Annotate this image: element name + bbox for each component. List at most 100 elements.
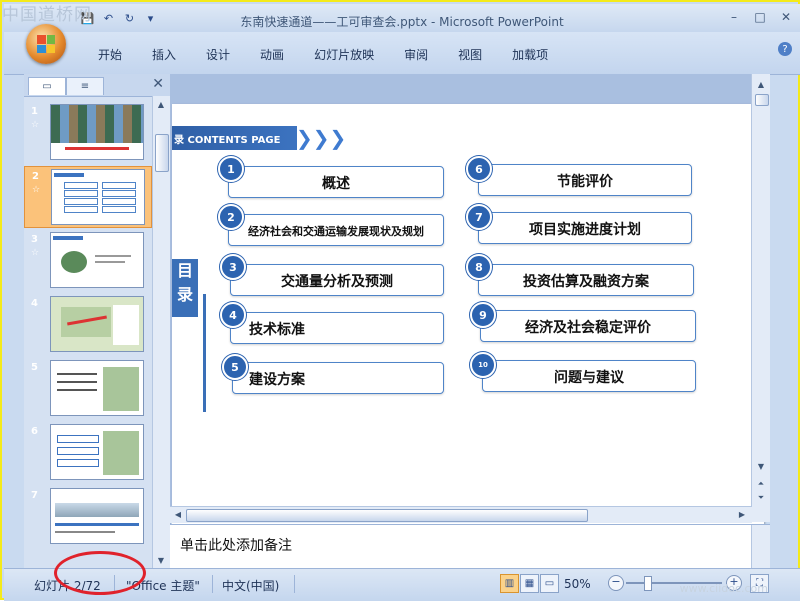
scroll-right-icon[interactable]: ▶ [736,508,748,520]
thumbnail-number: 5 [31,362,38,373]
thumbnail-image [50,424,144,480]
toc-label: 问题与建议 [554,370,624,386]
scroll-down-icon[interactable]: ▼ [755,460,767,472]
toc-label: 概述 [322,176,350,192]
tab-outline[interactable]: ≡ [66,77,104,95]
animation-star-icon: ☆ [32,185,41,195]
slide-thumbnail-7[interactable]: 7 [24,486,152,548]
language-indicator[interactable]: 中文(中国) [222,577,279,594]
horizontal-scrollbar[interactable]: ◀ ▶ [170,506,752,523]
scroll-thumb[interactable] [755,94,769,106]
slide-canvas[interactable]: 录 CONTENTS PAGE ❯❯❯ 目录 概述 1 经济社会和交通运输发展现… [172,104,764,550]
number-badge: 10 [470,352,496,378]
toc-item-10[interactable]: 问题与建议 [482,360,696,392]
help-icon[interactable]: ? [778,42,792,56]
thumbnail-number: 6 [31,426,38,437]
notes-scrollbar[interactable] [751,525,770,569]
toc-label: 交通量分析及预测 [281,274,393,290]
watermark-url: www.ciidoc.com [679,582,768,595]
thumbnail-scrollbar[interactable]: ▲ ▼ [152,96,170,568]
thumbnail-number: 3 [31,234,38,245]
office-logo-icon [37,35,55,53]
slide-thumbnail-3[interactable]: 3 ☆ [24,230,152,292]
thumbnail-number: 4 [31,298,38,309]
tab-design[interactable]: 设计 [194,40,242,69]
toc-item-5[interactable]: 建设方案 [232,362,444,394]
number-badge: 8 [466,254,492,280]
tab-review[interactable]: 审阅 [392,40,440,69]
maximize-button[interactable]: □ [750,8,770,26]
scroll-up-icon[interactable]: ▲ [755,78,767,90]
scroll-thumb[interactable] [155,134,169,172]
side-label: 目录 [172,259,198,317]
slide-thumbnail-1[interactable]: 1 ☆ [24,102,152,164]
scroll-up-icon[interactable]: ▲ [155,98,167,110]
slide-editor: 录 CONTENTS PAGE ❯❯❯ 目录 概述 1 经济社会和交通运输发展现… [170,74,770,550]
thumbnail-number: 7 [31,490,38,501]
title-bar: 💾 ↶ ↻ ▾ 东南快速通道——工可审查会.pptx - Microsoft P… [4,4,800,32]
separator [212,575,213,593]
toc-label: 经济及社会稳定评价 [525,320,651,336]
toc-label: 经济社会和交通运输发展现状及规划 [248,225,424,238]
notes-pane[interactable]: 单击此处添加备注 [170,524,770,569]
office-button[interactable] [26,24,66,64]
thumbnail-image [50,488,144,544]
close-button[interactable]: ✕ [776,8,796,26]
separator [294,575,295,593]
notes-placeholder: 单击此处添加备注 [180,538,292,554]
toc-item-9[interactable]: 经济及社会稳定评价 [480,310,696,342]
thumbnail-image [51,169,145,225]
slide-thumbnail-4[interactable]: 4 [24,294,152,356]
zoom-out-button[interactable]: − [608,575,624,591]
highlight-annotation [54,551,146,595]
toc-item-4[interactable]: 技术标准 [230,312,444,344]
toc-item-2[interactable]: 经济社会和交通运输发展现状及规划 [228,214,444,246]
zoom-level[interactable]: 50% [564,577,591,591]
tab-home[interactable]: 开始 [86,40,134,69]
tab-view[interactable]: 视图 [446,40,494,69]
close-panel-icon[interactable]: ✕ [152,76,164,92]
slide-thumbnail-2[interactable]: 2 ☆ [24,166,152,228]
thumbnail-image [50,360,144,416]
vertical-scrollbar[interactable]: ▲ ▼ ⏶ ⏷ [751,74,770,522]
scroll-left-icon[interactable]: ◀ [172,508,184,520]
number-badge: 5 [222,354,248,380]
slide-thumbnail-6[interactable]: 6 [24,422,152,484]
thumbnail-list: 1 ☆ 2 ☆ 3 ☆ 4 5 6 7 [24,98,152,568]
toc-item-8[interactable]: 投资估算及融资方案 [478,264,694,296]
number-badge: 6 [466,156,492,182]
scroll-down-icon[interactable]: ▼ [155,554,167,566]
contents-banner: 录 CONTENTS PAGE [172,126,297,150]
zoom-slider-knob[interactable] [644,576,652,591]
toc-label: 投资估算及融资方案 [523,274,649,290]
next-slide-icon[interactable]: ⏷ [755,492,767,504]
toc-item-7[interactable]: 项目实施进度计划 [478,212,692,244]
animation-star-icon: ☆ [31,120,40,130]
toc-label: 项目实施进度计划 [529,222,641,238]
toc-item-1[interactable]: 概述 [228,166,444,198]
tab-add-ins[interactable]: 加载项 [500,40,560,69]
number-badge: 1 [218,156,244,182]
toc-item-6[interactable]: 节能评价 [478,164,692,196]
normal-view-icon[interactable]: ▥ [500,574,519,593]
previous-slide-icon[interactable]: ⏶ [755,478,767,490]
slide-sorter-icon[interactable]: ▦ [520,574,539,593]
slide-show-icon[interactable]: ▭ [540,574,559,593]
tab-animations[interactable]: 动画 [248,40,296,69]
minimize-button[interactable]: – [724,8,744,26]
tab-slide-show[interactable]: 幻灯片放映 [302,40,386,69]
scroll-thumb[interactable] [186,509,588,522]
toc-label: 技术标准 [249,322,305,338]
window-title: 东南快速通道——工可审查会.pptx - Microsoft PowerPoin… [240,15,564,29]
animation-star-icon: ☆ [31,248,40,258]
thumbnail-number: 1 [31,106,38,117]
number-badge: 4 [220,302,246,328]
number-badge: 7 [466,204,492,230]
slide-thumbnail-5[interactable]: 5 [24,358,152,420]
toc-label: 节能评价 [557,174,613,190]
tab-slides[interactable]: ▭ [28,77,66,95]
window-controls: – □ ✕ [724,8,796,26]
banner-text: 录 CONTENTS PAGE [174,135,281,146]
toc-item-3[interactable]: 交通量分析及预测 [230,264,444,296]
tab-insert[interactable]: 插入 [140,40,188,69]
